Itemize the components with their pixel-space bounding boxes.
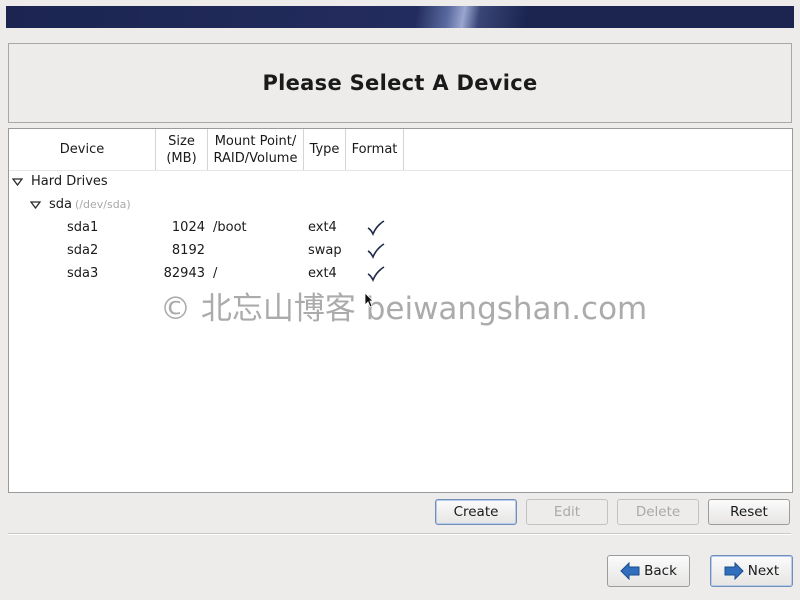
delete-button[interactable]: Delete [617, 499, 699, 525]
column-header-format[interactable]: Format [346, 129, 404, 170]
tree-row-partition[interactable]: sda1 1024 /boot ext4 [9, 217, 792, 239]
format-check-icon [367, 263, 385, 285]
page-title: Please Select A Device [262, 71, 538, 95]
partition-size: 1024 [171, 220, 205, 235]
expander-down-icon[interactable] [11, 171, 23, 193]
separator-line [8, 533, 791, 534]
create-button[interactable]: Create [435, 499, 517, 525]
partition-mount: /boot [213, 220, 247, 235]
tree-row-disk-sda[interactable]: sda (/dev/sda) [9, 194, 792, 216]
device-tree[interactable]: Device Size (MB) Mount Point/ RAID/Volum… [8, 128, 793, 493]
column-header-type[interactable]: Type [304, 129, 346, 170]
partition-mount: / [213, 266, 218, 281]
group-label: Hard Drives [31, 174, 108, 189]
edit-button[interactable]: Edit [526, 499, 608, 525]
arrow-right-icon [724, 562, 744, 580]
partition-device: sda2 [67, 243, 99, 258]
partition-type: ext4 [308, 266, 337, 281]
format-check-icon [367, 217, 385, 239]
arrow-left-icon [620, 562, 640, 580]
reset-button[interactable]: Reset [708, 499, 790, 525]
expander-down-icon[interactable] [29, 194, 41, 216]
partition-size: 82943 [163, 266, 205, 281]
disk-path: (/dev/sda) [75, 198, 131, 211]
title-panel: Please Select A Device [8, 43, 792, 123]
tree-row-hard-drives[interactable]: Hard Drives [9, 171, 792, 193]
partition-type: ext4 [308, 220, 337, 235]
back-button[interactable]: Back [607, 555, 690, 587]
column-header-device[interactable]: Device [9, 129, 156, 170]
mouse-cursor-icon [364, 292, 374, 312]
next-button[interactable]: Next [710, 555, 793, 587]
column-header-mount-point[interactable]: Mount Point/ RAID/Volume [208, 129, 304, 170]
partition-device: sda1 [67, 220, 99, 235]
partition-type: swap [308, 243, 342, 258]
tree-row-partition[interactable]: sda3 82943 / ext4 [9, 263, 792, 285]
partition-device: sda3 [67, 266, 99, 281]
partition-size: 8192 [171, 243, 205, 258]
top-banner [6, 6, 794, 28]
tree-row-partition[interactable]: sda2 8192 swap [9, 240, 792, 262]
column-header-size[interactable]: Size (MB) [156, 129, 208, 170]
format-check-icon [367, 240, 385, 262]
disk-name: sda [49, 197, 72, 212]
